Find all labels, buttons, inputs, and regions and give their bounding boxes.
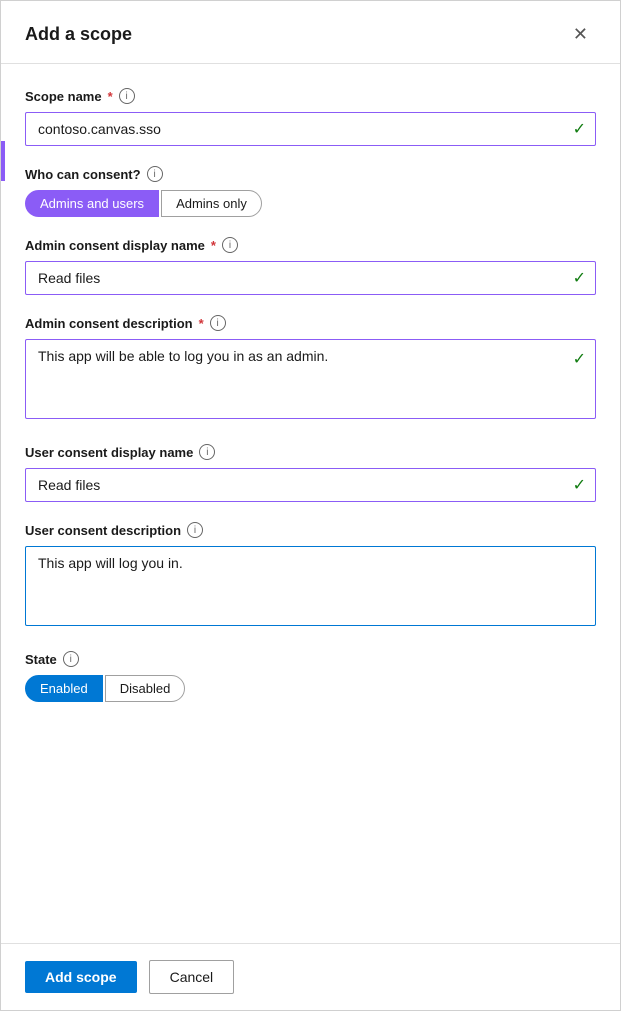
dialog-footer: Add scope Cancel: [1, 943, 620, 1010]
dialog-title: Add a scope: [25, 24, 132, 45]
admin-consent-description-wrapper: This app will be able to log you in as a…: [25, 339, 596, 424]
user-consent-description-input[interactable]: This app will log you in.: [25, 546, 596, 626]
admin-consent-description-label: Admin consent description * i: [25, 315, 596, 331]
user-consent-display-name-input[interactable]: [25, 468, 596, 502]
user-consent-description-label: User consent description i: [25, 522, 596, 538]
admin-consent-display-name-label-text: Admin consent display name: [25, 238, 205, 253]
dialog-header: Add a scope ✕: [1, 1, 620, 64]
consent-admins-and-users-option[interactable]: Admins and users: [25, 190, 159, 217]
who-can-consent-toggle: Admins and users Admins only: [25, 190, 596, 217]
who-can-consent-info-icon[interactable]: i: [147, 166, 163, 182]
state-label: State i: [25, 651, 596, 667]
state-info-icon[interactable]: i: [63, 651, 79, 667]
state-group: State i Enabled Disabled: [25, 651, 596, 702]
left-accent-decoration: [1, 141, 5, 181]
admin-consent-description-group: Admin consent description * i This app w…: [25, 315, 596, 424]
user-consent-display-name-label: User consent display name i: [25, 444, 596, 460]
user-consent-description-info-icon[interactable]: i: [187, 522, 203, 538]
user-consent-display-name-label-text: User consent display name: [25, 445, 193, 460]
cancel-button[interactable]: Cancel: [149, 960, 235, 994]
state-toggle: Enabled Disabled: [25, 675, 596, 702]
close-icon: ✕: [573, 24, 588, 44]
who-can-consent-label: Who can consent? i: [25, 166, 596, 182]
user-consent-display-name-group: User consent display name i ✓: [25, 444, 596, 502]
admin-consent-display-name-info-icon[interactable]: i: [222, 237, 238, 253]
scope-name-label-text: Scope name: [25, 89, 102, 104]
admin-consent-display-name-label: Admin consent display name * i: [25, 237, 596, 253]
admin-consent-description-label-text: Admin consent description: [25, 316, 193, 331]
admin-consent-description-input[interactable]: This app will be able to log you in as a…: [25, 339, 596, 419]
admin-consent-description-required: *: [199, 316, 204, 331]
add-scope-dialog: Add a scope ✕ Scope name * i ✓ Who can c…: [0, 0, 621, 1011]
scope-name-label: Scope name * i: [25, 88, 596, 104]
admin-consent-display-name-required: *: [211, 238, 216, 253]
admin-consent-display-name-group: Admin consent display name * i ✓: [25, 237, 596, 295]
user-consent-display-name-input-wrapper: ✓: [25, 468, 596, 502]
add-scope-button[interactable]: Add scope: [25, 961, 137, 993]
state-enabled-option[interactable]: Enabled: [25, 675, 103, 702]
user-consent-display-name-info-icon[interactable]: i: [199, 444, 215, 460]
user-consent-description-group: User consent description i This app will…: [25, 522, 596, 631]
who-can-consent-label-text: Who can consent?: [25, 167, 141, 182]
state-label-text: State: [25, 652, 57, 667]
scope-name-input[interactable]: [25, 112, 596, 146]
consent-admins-only-option[interactable]: Admins only: [161, 190, 262, 217]
close-button[interactable]: ✕: [565, 21, 596, 47]
scope-name-input-wrapper: ✓: [25, 112, 596, 146]
dialog-body: Scope name * i ✓ Who can consent? i Admi…: [1, 64, 620, 943]
scope-name-info-icon[interactable]: i: [119, 88, 135, 104]
user-consent-description-wrapper: This app will log you in.: [25, 546, 596, 631]
scope-name-group: Scope name * i ✓: [25, 88, 596, 146]
admin-consent-description-info-icon[interactable]: i: [210, 315, 226, 331]
state-disabled-option[interactable]: Disabled: [105, 675, 186, 702]
user-consent-description-label-text: User consent description: [25, 523, 181, 538]
admin-consent-display-name-input-wrapper: ✓: [25, 261, 596, 295]
who-can-consent-group: Who can consent? i Admins and users Admi…: [25, 166, 596, 217]
admin-consent-display-name-input[interactable]: [25, 261, 596, 295]
scope-name-required: *: [108, 89, 113, 104]
